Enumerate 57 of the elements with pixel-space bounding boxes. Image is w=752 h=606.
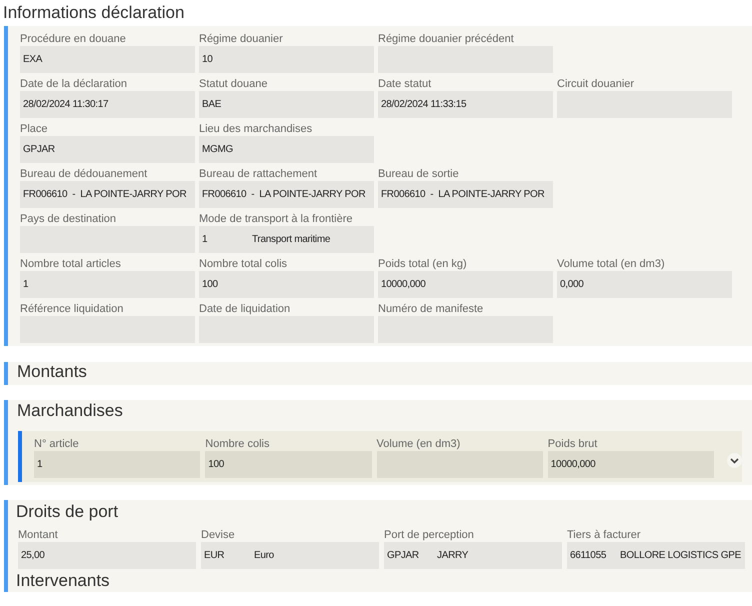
field-label: Place [20,122,48,136]
input-field[interactable]: FR006610 - LA POINTE-JARRY POR [378,181,553,208]
section-title: Marchandises [17,401,123,422]
field-label: Date de liquidation [199,302,290,316]
input-field[interactable]: FR006610 - LA POINTE-JARRY POR [199,181,374,208]
field-label: Date de la déclaration [20,77,128,91]
field-label: Bureau de sortie [378,167,459,181]
field-label: Régime douanier [199,32,283,46]
field-label: Montant [18,528,58,542]
field-label: Nombre colis [205,437,270,451]
field-label: Tiers à facturer [567,528,641,542]
field-label: Poids total (en kg) [378,257,467,271]
field-label: Mode de transport à la frontière [199,212,352,226]
field-label: Référence liquidation [20,302,124,316]
input-field[interactable]: GPJAR [20,136,195,163]
input-field[interactable]: 10000,000 [548,451,714,478]
field-label: Port de perception [384,528,474,542]
chevron-down-icon[interactable] [727,453,742,468]
input-field[interactable]: BAE [199,91,374,118]
field-label: Devise [201,528,235,542]
field-label: Numéro de manifeste [378,302,484,316]
input-field[interactable]: 10 [199,46,374,73]
input-field[interactable]: 1 [34,451,200,478]
input-field[interactable]: GPJAR JARRY [384,542,562,569]
section-title: Intervenants [16,570,110,592]
field-label: Circuit douanier [557,77,634,91]
input-field[interactable]: 28/02/2024 11:33:15 [378,91,553,118]
input-field[interactable]: FR006610 - LA POINTE-JARRY POR [20,181,195,208]
input-field[interactable]: MGMG [199,136,374,163]
input-field[interactable]: EUR Euro [201,542,379,569]
field-label: Statut douane [199,77,268,91]
field-label: N° article [34,437,79,451]
field-label: Volume (en dm3) [376,437,460,451]
input-field[interactable]: 28/02/2024 11:30:17 [20,91,195,118]
section-title: Informations déclaration [3,2,184,24]
input-field[interactable]: 1 Transport maritime [199,226,374,253]
input-field[interactable]: 10000,000 [378,271,553,298]
field-label: Nombre total colis [199,257,288,271]
input-field[interactable]: 25,00 [18,542,196,569]
input-field[interactable]: 1 [20,271,195,298]
field-label: Bureau de rattachement [199,167,318,181]
field-label: Pays de destination [20,212,116,226]
field-label: Volume total (en dm3) [557,257,665,271]
field-label: Régime douanier précédent [378,32,514,46]
input-field[interactable]: 6611055 BOLLORE LOGISTICS GPE [567,542,745,569]
field-label: Procédure en douane [20,32,126,46]
input-field[interactable]: 100 [205,451,372,478]
field-label: Date statut [378,77,432,91]
input-field[interactable]: 0,000 [557,271,732,298]
field-label: Lieu des marchandises [199,122,312,136]
field-label: Nombre total articles [20,257,121,271]
section-title: Droits de port [16,501,118,523]
field-label: Poids brut [548,437,598,451]
input-field[interactable]: EXA [20,46,195,73]
input-field[interactable]: 100 [199,271,374,298]
section-title: Montants [17,362,87,382]
field-label: Bureau de dédouanement [20,167,148,181]
